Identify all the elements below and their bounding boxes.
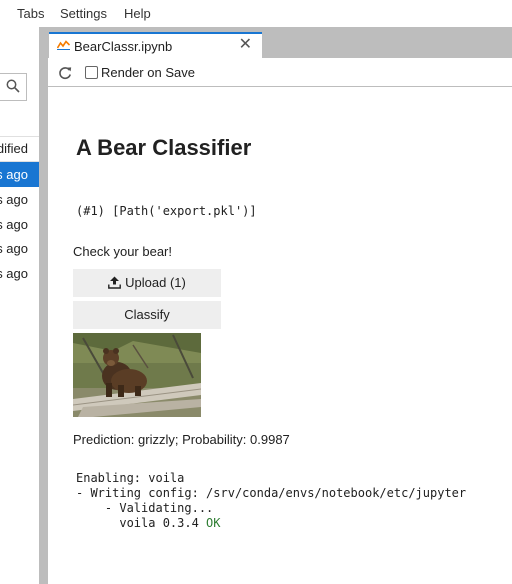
menu-settings[interactable]: Settings	[60, 6, 107, 21]
file-row[interactable]: minutes ago	[0, 212, 39, 237]
log-ok-status: OK	[206, 516, 221, 530]
file-modified-time: minutes ago	[0, 217, 28, 232]
last-modified-label: Last Modified	[0, 141, 28, 156]
file-modified-time: minutes ago	[0, 192, 28, 207]
preview-toolbar: Render on Save	[48, 58, 512, 87]
menubar: Tabs Settings Help	[0, 0, 512, 27]
file-modified-time: seconds ago	[0, 167, 28, 182]
sidebar-splitter[interactable]	[39, 27, 48, 584]
log-line: Enabling: voila	[76, 471, 185, 485]
last-modified-column-header[interactable]: Last Modified	[0, 136, 39, 162]
export-path-output: (#1) [Path('export.pkl')]	[76, 204, 257, 218]
log-line: voila 0.3.4 OK	[76, 516, 466, 531]
file-modified-time: minutes ago	[0, 266, 28, 281]
file-row[interactable]: seconds ago	[0, 162, 39, 187]
menu-help[interactable]: Help	[124, 6, 151, 21]
upload-button[interactable]: Upload (1)	[73, 269, 221, 297]
file-row[interactable]: minutes ago	[0, 261, 39, 286]
tab-title: BearClassr.ipynb	[74, 39, 173, 54]
file-row[interactable]: minutes ago	[0, 236, 39, 261]
uploaded-bear-image	[73, 333, 201, 417]
voila-preview-icon	[57, 40, 70, 50]
upload-button-label: Upload (1)	[125, 275, 186, 290]
render-on-save-checkbox[interactable]	[85, 66, 98, 79]
notebook-title: A Bear Classifier	[76, 135, 252, 160]
upload-icon	[108, 276, 122, 289]
file-row[interactable]: minutes ago	[0, 187, 39, 212]
file-search-box[interactable]	[0, 73, 27, 101]
check-your-bear-text: Check your bear!	[73, 244, 172, 259]
voila-install-log: Enabling: voila - Writing config: /srv/c…	[76, 471, 466, 531]
close-icon[interactable]: ✕	[239, 37, 252, 53]
refresh-icon[interactable]	[57, 65, 73, 81]
log-line: - Writing config: /srv/conda/envs/notebo…	[76, 486, 467, 500]
classify-button[interactable]: Classify	[73, 301, 221, 329]
log-line: - Validating...	[76, 501, 214, 515]
menu-tabs[interactable]: Tabs	[17, 6, 44, 21]
notebook-preview: A Bear Classifier (#1) [Path('export.pkl…	[48, 87, 512, 584]
tab-bar: BearClassr.ipynb ✕	[48, 27, 512, 58]
search-icon	[6, 79, 20, 93]
prediction-label: Prediction: grizzly; Probability: 0.9987	[73, 432, 290, 447]
render-on-save-label: Render on Save	[101, 65, 195, 80]
tab-bearclassr-notebook[interactable]: BearClassr.ipynb ✕	[49, 32, 262, 58]
file-browser-sidebar: Last Modified seconds ago minutes ago mi…	[0, 27, 39, 584]
file-modified-time: minutes ago	[0, 241, 28, 256]
log-voila-version: voila 0.3.4	[76, 516, 207, 530]
